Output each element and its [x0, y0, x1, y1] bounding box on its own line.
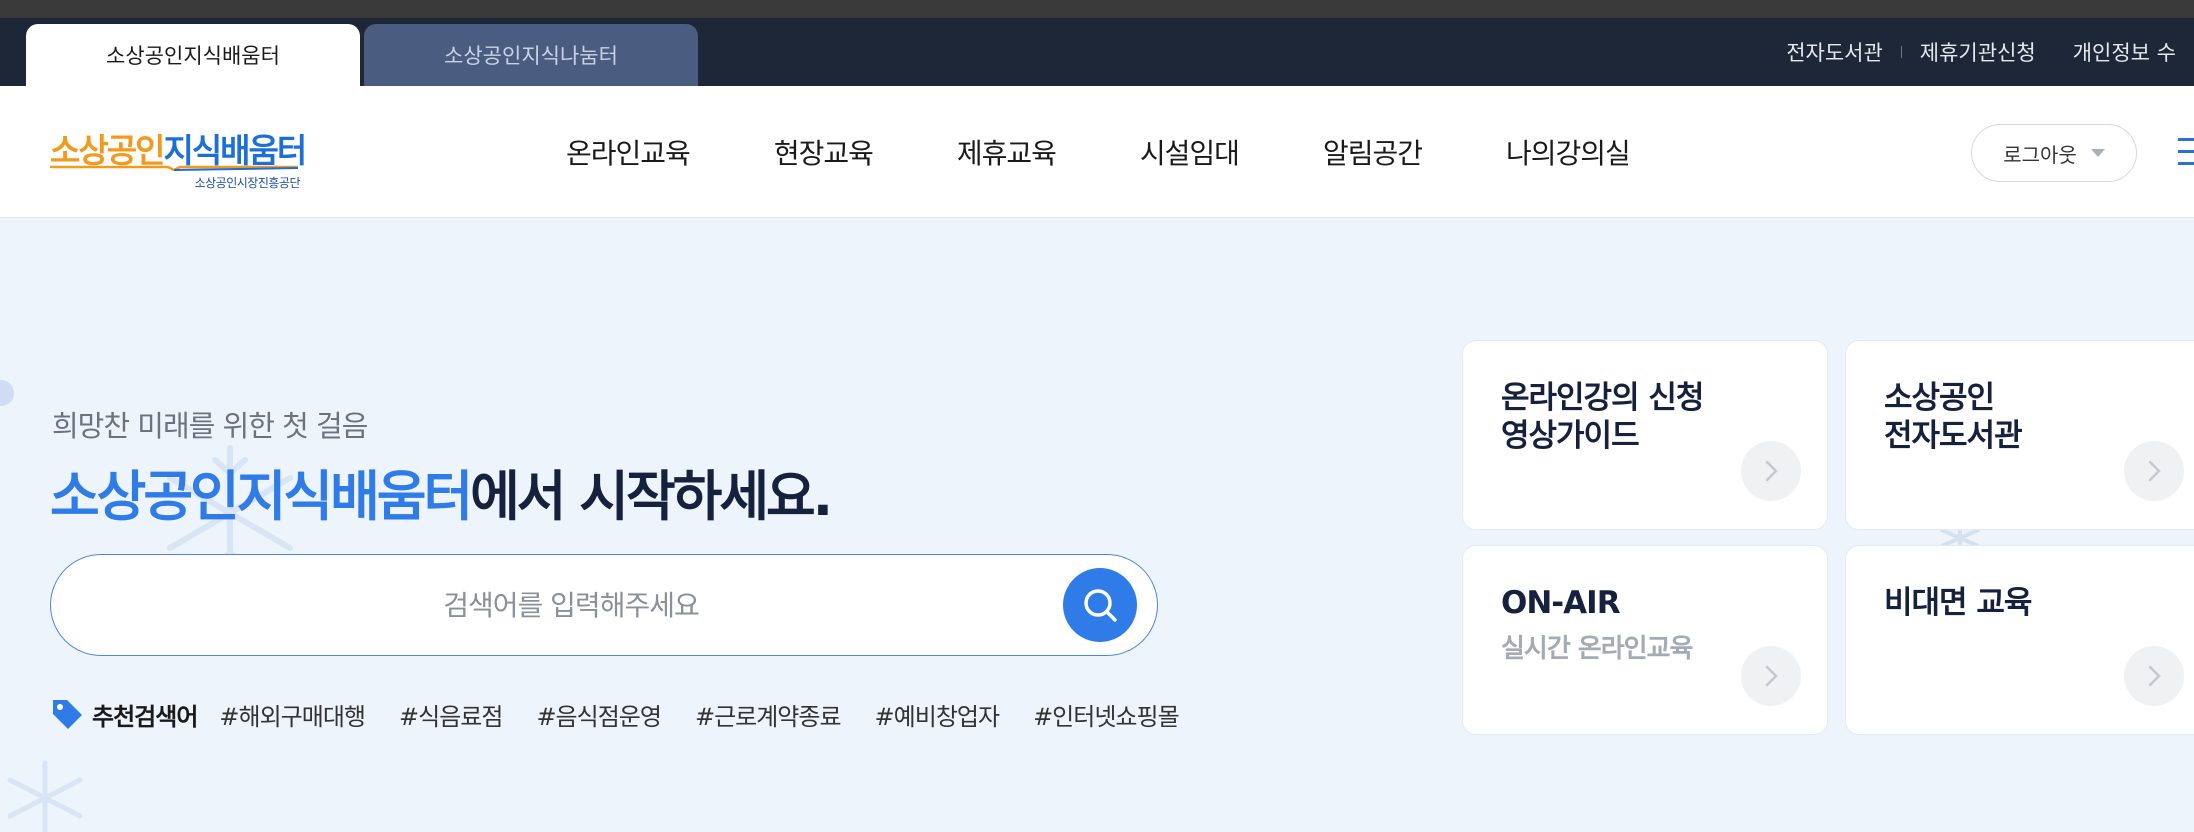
snowflake-decoration-icon [7, 760, 83, 832]
hero-section: 희망찬 미래를 위한 첫 걸음 소상공인지식배움터에서 시작하세요. 추천검색어… [0, 218, 2194, 832]
chevron-right-icon[interactable] [2124, 441, 2184, 501]
card-ebook-library[interactable]: 소상공인 전자도서관 [1845, 340, 2194, 530]
main-nav: 온라인교육 현장교육 제휴교육 시설임대 알림공간 나의강의실 [566, 86, 1714, 218]
keyword-link[interactable]: #예비창업자 [875, 697, 1001, 732]
search-icon [1084, 589, 1117, 622]
nav-my-classroom[interactable]: 나의강의실 [1506, 132, 1631, 172]
keyword-link[interactable]: #근로계약종료 [695, 697, 842, 732]
utility-links: 전자도서관 제휴기관신청 개인정보 수 [1768, 18, 2194, 86]
site-tab-knowledge-learning[interactable]: 소상공인지식배움터 [26, 24, 360, 86]
headline-rest: 에서 시작하세요. [470, 465, 833, 528]
card-title: 소상공인 전자도서관 [1884, 380, 2023, 454]
caret-down-icon [2090, 149, 2105, 157]
browser-chrome-strip [0, 0, 2194, 18]
card-on-air[interactable]: ON-AIR 실시간 온라인교육 [1462, 545, 1828, 735]
tag-icon [53, 700, 82, 729]
hamburger-menu-icon[interactable] [2178, 138, 2194, 166]
keyword-link[interactable]: #식음료점 [399, 697, 503, 732]
search-button[interactable] [1063, 568, 1137, 642]
util-link-partner-application[interactable]: 제휴기관신청 [1902, 37, 2054, 67]
search-bar [50, 554, 1158, 656]
site-tab-knowledge-sharing[interactable]: 소상공인지식나눔터 [364, 24, 698, 86]
hero-subtitle: 희망찬 미래를 위한 첫 걸음 [52, 409, 368, 443]
nav-partner-education[interactable]: 제휴교육 [957, 132, 1057, 172]
logo-subtext: 소상공인시장진흥공단 [194, 176, 301, 190]
card-online-course-guide[interactable]: 온라인강의 신청 영상가이드 [1462, 340, 1828, 530]
site-logo[interactable]: 소상공인지식배움터 소상공인시장진흥공단 [50, 124, 307, 190]
recommended-keywords: 추천검색어 #해외구매대행 #식음료점 #음식점운영 #근로계약종료 #예비창업… [50, 694, 1213, 734]
hero-headline: 소상공인지식배움터에서 시작하세요. [50, 452, 833, 531]
card-title: 온라인강의 신청 영상가이드 [1501, 380, 1704, 454]
card-title: ON-AIR [1501, 585, 1621, 621]
slider-dot-decoration [0, 380, 14, 406]
logout-label: 로그아웃 [2003, 142, 2077, 167]
logo-underline-swoosh [50, 165, 298, 171]
main-header: 소상공인지식배움터 소상공인시장진흥공단 온라인교육 현장교육 제휴교육 시설임… [0, 86, 2194, 218]
card-subtitle: 실시간 온라인교육 [1501, 634, 1693, 664]
logout-button[interactable]: 로그아웃 [1971, 124, 2137, 182]
search-input[interactable] [91, 555, 1051, 655]
nav-onsite-education[interactable]: 현장교육 [774, 132, 874, 172]
card-contactless-education[interactable]: 비대면 교육 [1845, 545, 2194, 735]
nav-online-education[interactable]: 온라인교육 [566, 132, 691, 172]
recommended-keywords-label: 추천검색어 [92, 702, 198, 731]
util-link-ebook-library[interactable]: 전자도서관 [1768, 37, 1901, 67]
keyword-link[interactable]: #음식점운영 [536, 697, 662, 732]
keyword-link[interactable]: #인터넷쇼핑몰 [1033, 697, 1180, 732]
card-title: 비대면 교육 [1884, 585, 2032, 621]
nav-facility-rental[interactable]: 시설임대 [1140, 132, 1240, 172]
util-link-privacy-policy[interactable]: 개인정보 수 [2055, 37, 2194, 67]
chevron-right-icon[interactable] [2124, 646, 2184, 706]
chevron-right-icon[interactable] [1741, 646, 1801, 706]
keyword-link[interactable]: #해외구매대행 [219, 697, 366, 732]
chevron-right-icon[interactable] [1741, 441, 1801, 501]
nav-notice-space[interactable]: 알림공간 [1323, 132, 1423, 172]
top-site-bar: 소상공인지식배움터 소상공인지식나눔터 전자도서관 제휴기관신청 개인정보 수 [0, 18, 2194, 86]
headline-highlight: 소상공인지식배움터 [50, 465, 473, 528]
